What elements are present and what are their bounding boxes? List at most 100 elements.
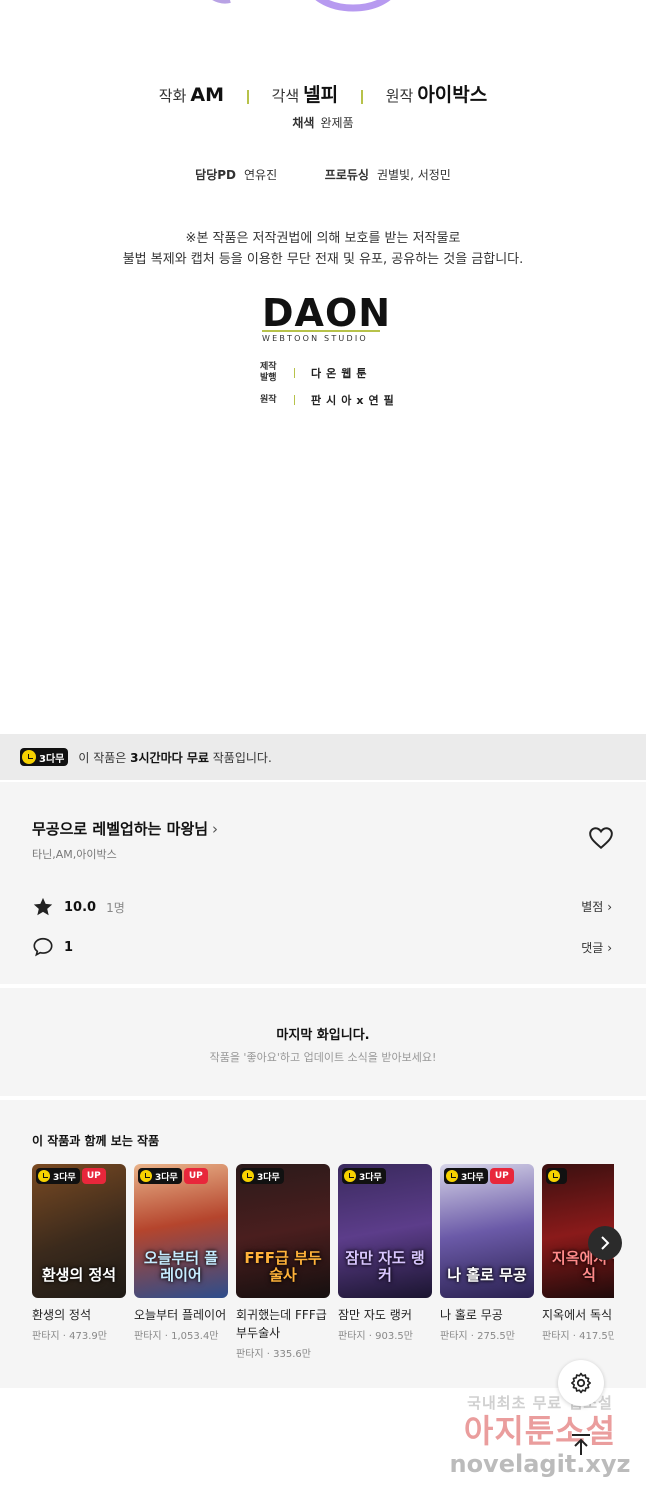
recommendation-card[interactable]: 3다무 FFF급 부두술사 회귀했는데 FFF급 부두술사 판타지 · 335.… bbox=[236, 1164, 330, 1360]
wait-free-badge: 3다무 bbox=[240, 1168, 284, 1184]
cover-image: 3다무 UP 오늘부터 플레이어 bbox=[134, 1164, 228, 1298]
recommendations-section: 이 작품과 함께 보는 작품 3다무 UP 환생의 정석 환생의 정석 판타지 ·… bbox=[0, 1100, 646, 1388]
logo-text: DAON bbox=[262, 291, 392, 335]
recommendations-heading: 이 작품과 함께 보는 작품 bbox=[32, 1134, 160, 1148]
cover-image: 3다무 FFF급 부두술사 bbox=[236, 1164, 330, 1298]
up-badge: UP bbox=[183, 1168, 208, 1184]
original-name: 아이박스 bbox=[417, 84, 488, 106]
badge-label: 3다무 bbox=[461, 1172, 484, 1183]
cover-title: 오늘부터 플레이어 bbox=[143, 1249, 219, 1284]
banner-text-bold: 3시간마다 무료 bbox=[130, 750, 209, 765]
card-title: 회귀했는데 FFF급 부두술사 bbox=[236, 1308, 327, 1340]
cover-image: 3다무 잠만 자도 랭커 bbox=[338, 1164, 432, 1298]
clock-icon bbox=[140, 1170, 152, 1182]
banner-text-pre: 이 작품은 bbox=[78, 750, 131, 765]
last-episode-title: 마지막 화입니다. bbox=[276, 1028, 370, 1043]
banner-text: 이 작품은 3시간마다 무료 작품입니다. bbox=[78, 749, 271, 766]
watermark-line-3: novelagit.xyz bbox=[449, 1450, 631, 1478]
art-role: 작화 bbox=[158, 87, 187, 105]
comment-count: 1 bbox=[64, 939, 74, 955]
daon-logo: DAON WEBTOON STUDIO bbox=[262, 291, 392, 343]
wait-free-badge: 3다무 bbox=[444, 1168, 488, 1184]
scroll-top-button[interactable] bbox=[566, 1430, 596, 1460]
clock-icon bbox=[548, 1170, 560, 1182]
recommendation-card[interactable]: 3다무 잠만 자도 랭커 잠만 자도 랭커 판타지 · 903.5만 bbox=[338, 1164, 432, 1342]
work-info-section: 무공으로 레벨업하는 마왕님 › 타닌,AM,아이박스 10.0 1명 별점 › … bbox=[0, 782, 646, 984]
original-label: 원작 bbox=[260, 394, 277, 405]
badge-label: 3다무 bbox=[53, 1172, 76, 1183]
clock-icon bbox=[344, 1170, 356, 1182]
notice-line-1: ※본 작품은 저작권법에 의해 보호를 받는 저작물로 bbox=[185, 231, 461, 246]
staff-credits: 담당PD 연유진 프로듀싱 권별빛, 서정민 bbox=[0, 166, 646, 183]
card-title: 지옥에서 독식 bbox=[542, 1308, 613, 1322]
last-episode-subtitle: 작품을 '좋아요'하고 업데이트 소식을 받아보세요! bbox=[209, 1051, 437, 1064]
divider bbox=[360, 89, 363, 104]
coloring-credit: 채색 완제품 bbox=[0, 114, 646, 131]
card-meta: 판타지 · 275.5만 bbox=[440, 1331, 515, 1342]
cover-title: 환생의 정석 bbox=[41, 1266, 117, 1284]
wait-free-badge: 3다무 bbox=[138, 1168, 182, 1184]
card-meta: 판타지 · 1,053.4만 bbox=[134, 1331, 219, 1342]
badge-label: 3다무 bbox=[257, 1172, 280, 1183]
badge-label: 3다무 bbox=[155, 1172, 178, 1183]
card-meta: 판타지 · 417.5만 bbox=[542, 1331, 614, 1342]
color-role: 채색 bbox=[292, 116, 315, 130]
credits-line: 작화 AM 각색 넬피 원작 아이박스 bbox=[0, 80, 646, 107]
rating-score: 10.0 bbox=[64, 899, 97, 915]
rate-link[interactable]: 별점 › bbox=[581, 898, 612, 915]
card-meta: 판타지 · 335.6만 bbox=[236, 1349, 311, 1360]
producing-name: 권별빛, 서정민 bbox=[376, 168, 451, 182]
chevron-right-icon: › bbox=[607, 941, 612, 955]
clock-icon bbox=[22, 750, 36, 764]
watermark: 국내최초 무료 웹소설 아지툰소설 novelagit.xyz bbox=[440, 1392, 640, 1479]
settings-button[interactable] bbox=[558, 1360, 604, 1406]
up-badge: UP bbox=[489, 1168, 514, 1184]
card-title: 잠만 자도 랭커 bbox=[338, 1308, 412, 1322]
recommendation-card[interactable]: 3다무 UP 나 홀로 무공 나 홀로 무공 판타지 · 275.5만 bbox=[440, 1164, 534, 1342]
pd-name: 연유진 bbox=[244, 168, 278, 182]
comment-row: 1 bbox=[32, 936, 73, 958]
notice-line-2: 불법 복제와 캡처 등을 이용한 무단 전재 및 유포, 공유하는 것을 금합니… bbox=[122, 252, 524, 267]
card-meta: 판타지 · 473.9만 bbox=[32, 1331, 107, 1342]
divider bbox=[294, 395, 295, 405]
recommendation-card[interactable]: 3다무 UP 환생의 정석 환생의 정석 판타지 · 473.9만 bbox=[32, 1164, 126, 1342]
wait-free-badge: 3다무 bbox=[36, 1168, 80, 1184]
carousel-next-button[interactable] bbox=[588, 1226, 622, 1260]
free-every-3h-banner: 3다무 이 작품은 3시간마다 무료 작품입니다. bbox=[0, 734, 646, 780]
heart-icon[interactable] bbox=[588, 826, 614, 850]
clock-icon bbox=[38, 1170, 50, 1182]
adapt-name: 넬피 bbox=[303, 84, 339, 106]
banner-text-post: 작품입니다. bbox=[208, 750, 272, 765]
copyright-notice: ※본 작품은 저작권법에 의해 보호를 받는 저작물로 불법 복제와 캡처 등을… bbox=[0, 228, 646, 270]
publish-label: 발행 bbox=[260, 373, 277, 383]
original-role: 원작 bbox=[385, 87, 414, 105]
chevron-right-icon: › bbox=[607, 900, 612, 914]
comment-link-label: 댓글 bbox=[581, 941, 604, 955]
speech-bubble-icon bbox=[33, 937, 53, 957]
chevron-right-icon bbox=[601, 1236, 610, 1250]
clock-icon bbox=[446, 1170, 458, 1182]
chevron-right-icon: › bbox=[212, 820, 219, 838]
cover-image: 3다무 UP 나 홀로 무공 bbox=[440, 1164, 534, 1298]
episode-artwork-bottom bbox=[212, 0, 391, 12]
cover-title: 잠만 자도 랭커 bbox=[345, 1249, 425, 1284]
recommendation-card[interactable]: 3다무 UP 오늘부터 플레이어 오늘부터 플레이어 판타지 · 1,053.4만 bbox=[134, 1164, 228, 1342]
star-icon bbox=[33, 897, 53, 916]
last-episode-notice: 마지막 화입니다. 작품을 '좋아요'하고 업데이트 소식을 받아보세요! bbox=[0, 988, 646, 1096]
producing-role: 프로듀싱 bbox=[324, 168, 369, 182]
work-title-link[interactable]: 무공으로 레벨업하는 마왕님 › bbox=[32, 818, 218, 839]
gear-icon bbox=[571, 1372, 591, 1394]
badge-label: 3다무 bbox=[359, 1172, 382, 1183]
rate-link-label: 별점 bbox=[581, 900, 604, 914]
comment-link[interactable]: 댓글 › bbox=[581, 939, 612, 956]
original-publisher: 판시아x연필 bbox=[311, 394, 399, 407]
pd-role: 담당PD bbox=[195, 168, 236, 182]
adapt-role: 각색 bbox=[271, 87, 300, 105]
clock-icon bbox=[242, 1170, 254, 1182]
up-badge: UP bbox=[81, 1168, 106, 1184]
rater-count: 1명 bbox=[106, 900, 125, 915]
logo-subtitle: WEBTOON STUDIO bbox=[262, 334, 368, 343]
badge-label: 3다무 bbox=[39, 753, 65, 765]
work-authors: 타닌,AM,아이박스 bbox=[32, 848, 117, 861]
rating-row: 10.0 1명 bbox=[32, 896, 125, 918]
